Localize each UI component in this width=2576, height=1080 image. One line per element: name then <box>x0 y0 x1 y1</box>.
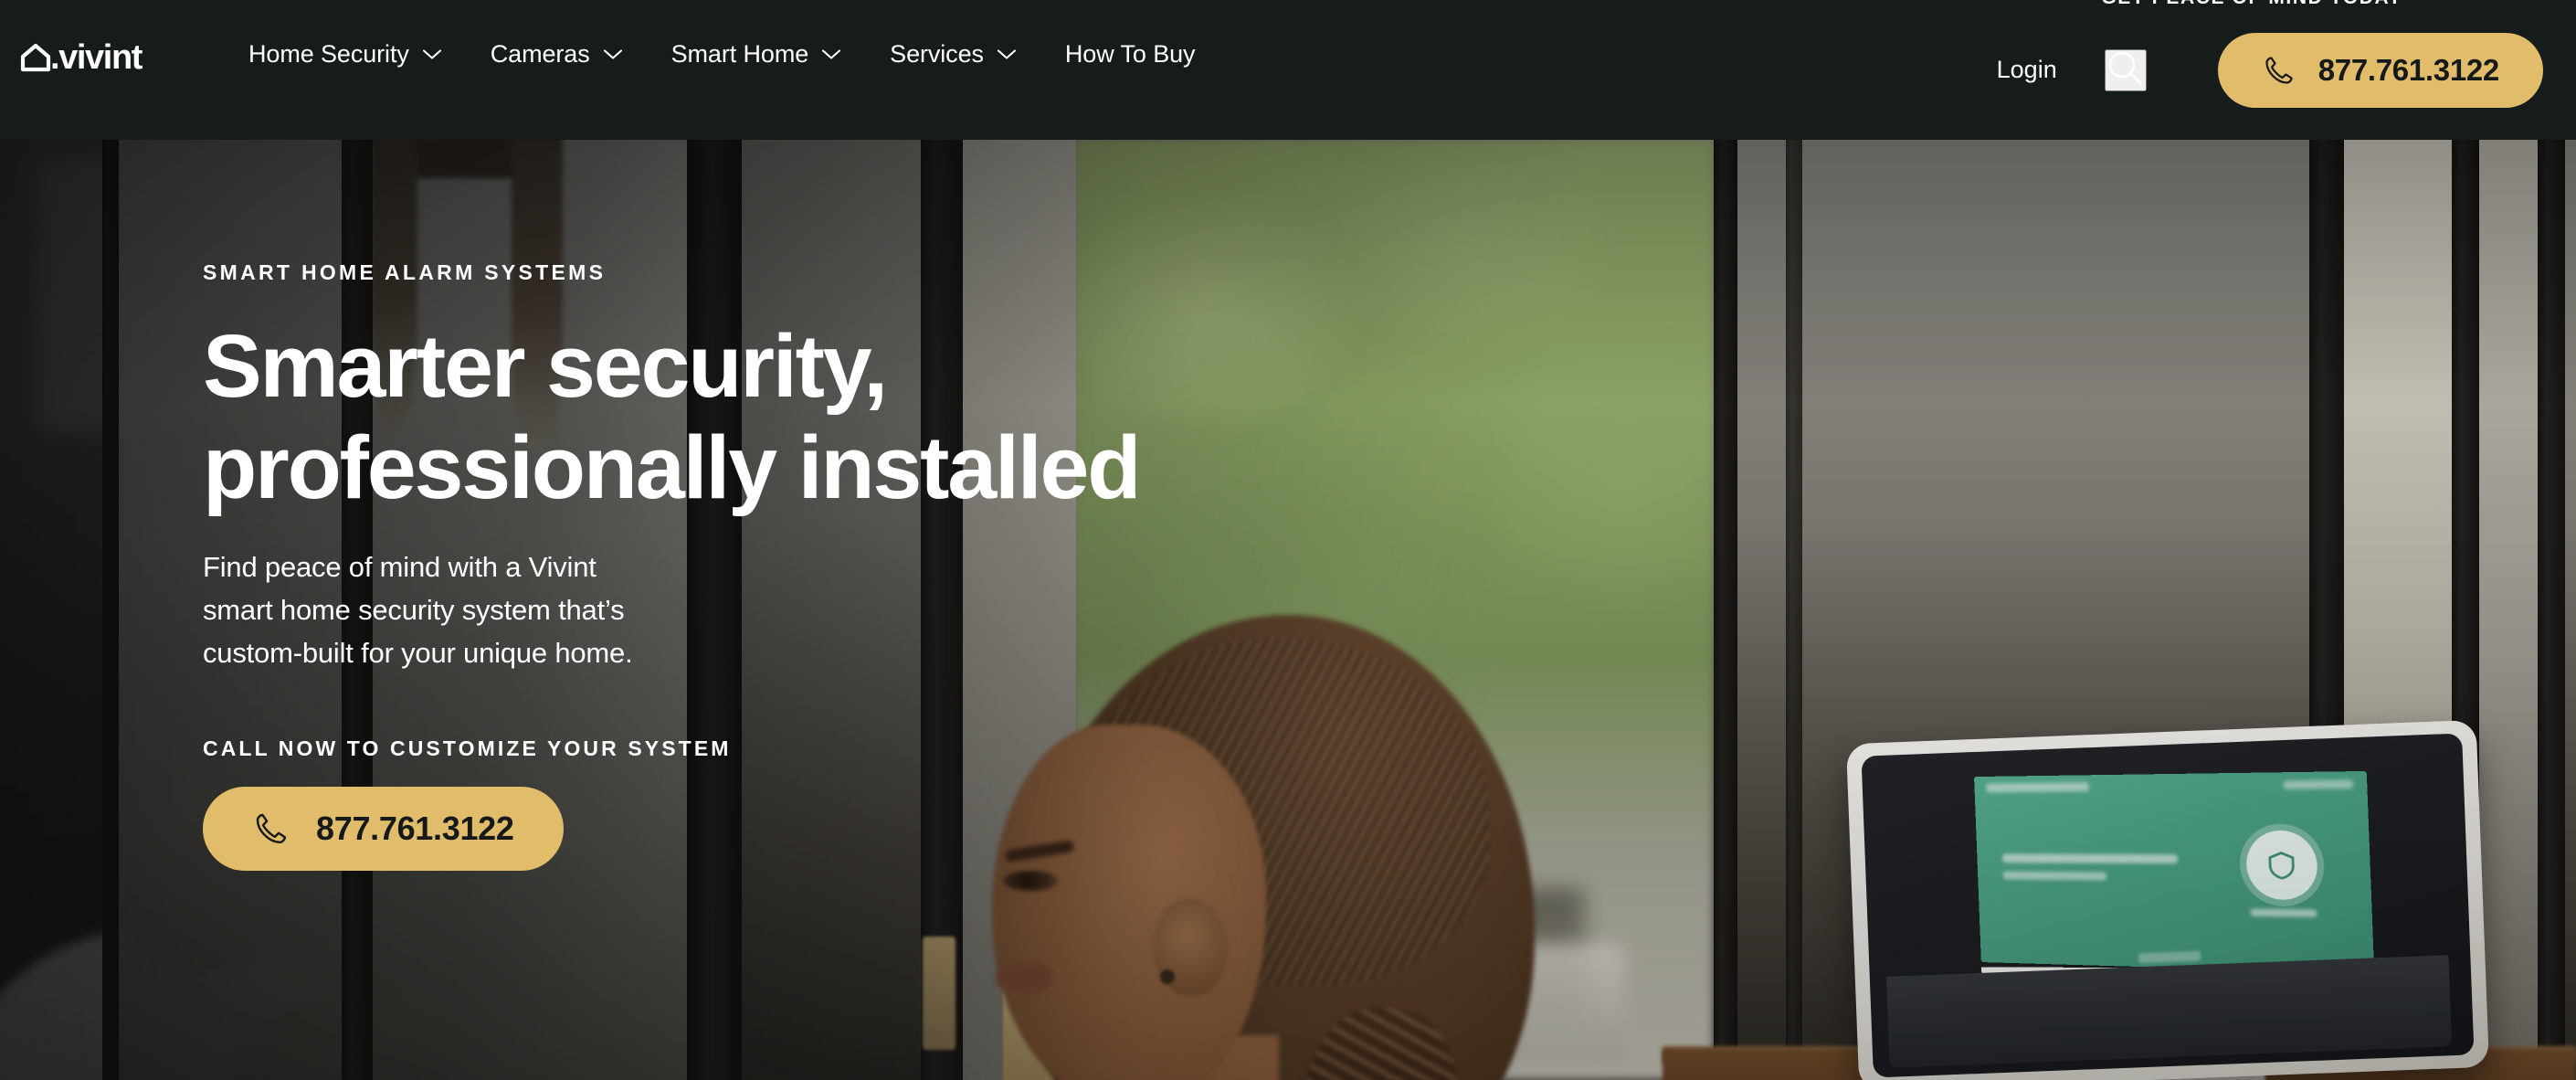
hub-screen <box>1974 770 2375 974</box>
hero-subcopy: Find peace of mind with a Vivint smart h… <box>203 551 633 670</box>
girl-eye <box>1003 871 1060 891</box>
nav-item-how-to-buy[interactable]: How To Buy <box>1065 40 1196 69</box>
window-mullion <box>1714 140 1737 1080</box>
chevron-down-icon <box>821 48 841 60</box>
hero-copy-block: SMART HOME ALARM SYSTEMS Smarter securit… <box>203 260 1281 872</box>
site-header: GET PEACE OF MIND TODAY .vivint Home Sec… <box>0 0 2576 140</box>
nav-label: Cameras <box>490 40 590 68</box>
nav-label: Smart Home <box>670 40 809 68</box>
hub-message-line <box>2001 853 2179 864</box>
window-mullion <box>1786 140 1802 1080</box>
hero-phone-button[interactable]: 877.761.3122 <box>203 787 564 872</box>
hero-headline-line-2: professionally installed <box>203 417 1141 517</box>
header-actions: Login 877.761.3122 <box>1997 0 2576 140</box>
girl-earring <box>1160 969 1175 984</box>
search-icon <box>2105 48 2147 92</box>
nav-item-home-security[interactable]: Home Security <box>248 40 442 69</box>
shield-icon <box>2244 830 2319 901</box>
hero-eyebrow: SMART HOME ALARM SYSTEMS <box>203 260 607 284</box>
hero-phone-number: 877.761.3122 <box>316 810 514 848</box>
hub-message-line <box>2002 871 2107 881</box>
vivint-smart-hub <box>1845 719 2490 1080</box>
nav-item-smart-home[interactable]: Smart Home <box>671 40 842 69</box>
hub-status-bar-left <box>1986 782 2090 793</box>
girl-lips <box>996 962 1052 993</box>
chevron-down-icon <box>997 48 1017 60</box>
chevron-down-icon <box>603 48 623 60</box>
vivint-logo[interactable]: .vivint <box>20 38 143 77</box>
login-link[interactable]: Login <box>1997 56 2057 84</box>
hero-cta-label: CALL NOW TO CUSTOMIZE YOUR SYSTEM <box>203 736 732 761</box>
window-mullion <box>2538 140 2565 1080</box>
chevron-down-icon <box>422 48 442 60</box>
logo-wordmark: .vivint <box>50 38 143 77</box>
door-strike-plate <box>923 937 955 1050</box>
header-phone-number: 877.761.3122 <box>2317 52 2500 87</box>
right-wall-panel <box>2479 140 2538 1080</box>
hub-arming-label <box>2250 908 2317 917</box>
header-phone-button[interactable]: 877.761.3122 <box>2217 32 2543 108</box>
phone-icon <box>252 810 290 848</box>
hub-status-bar-right <box>2283 779 2354 789</box>
nav-label: How To Buy <box>1064 40 1196 68</box>
hero-headline: Smarter security, professionally install… <box>203 316 1281 518</box>
nav-item-cameras[interactable]: Cameras <box>491 40 623 69</box>
vivint-landing-page: GET PEACE OF MIND TODAY .vivint Home Sec… <box>0 0 2576 1080</box>
nav-label: Services <box>890 40 984 68</box>
nav-label: Home Security <box>248 40 409 68</box>
house-outline-icon <box>20 42 51 73</box>
search-button[interactable] <box>2104 48 2147 92</box>
primary-navigation: Home Security Cameras Smart Home Service… <box>248 40 1243 69</box>
hero-section: SMART HOME ALARM SYSTEMS Smarter securit… <box>0 140 2576 1080</box>
nav-item-services[interactable]: Services <box>890 40 1017 69</box>
phone-icon <box>2262 53 2296 88</box>
door-mullion <box>102 140 119 1080</box>
hero-headline-line-1: Smarter security, <box>203 316 888 416</box>
